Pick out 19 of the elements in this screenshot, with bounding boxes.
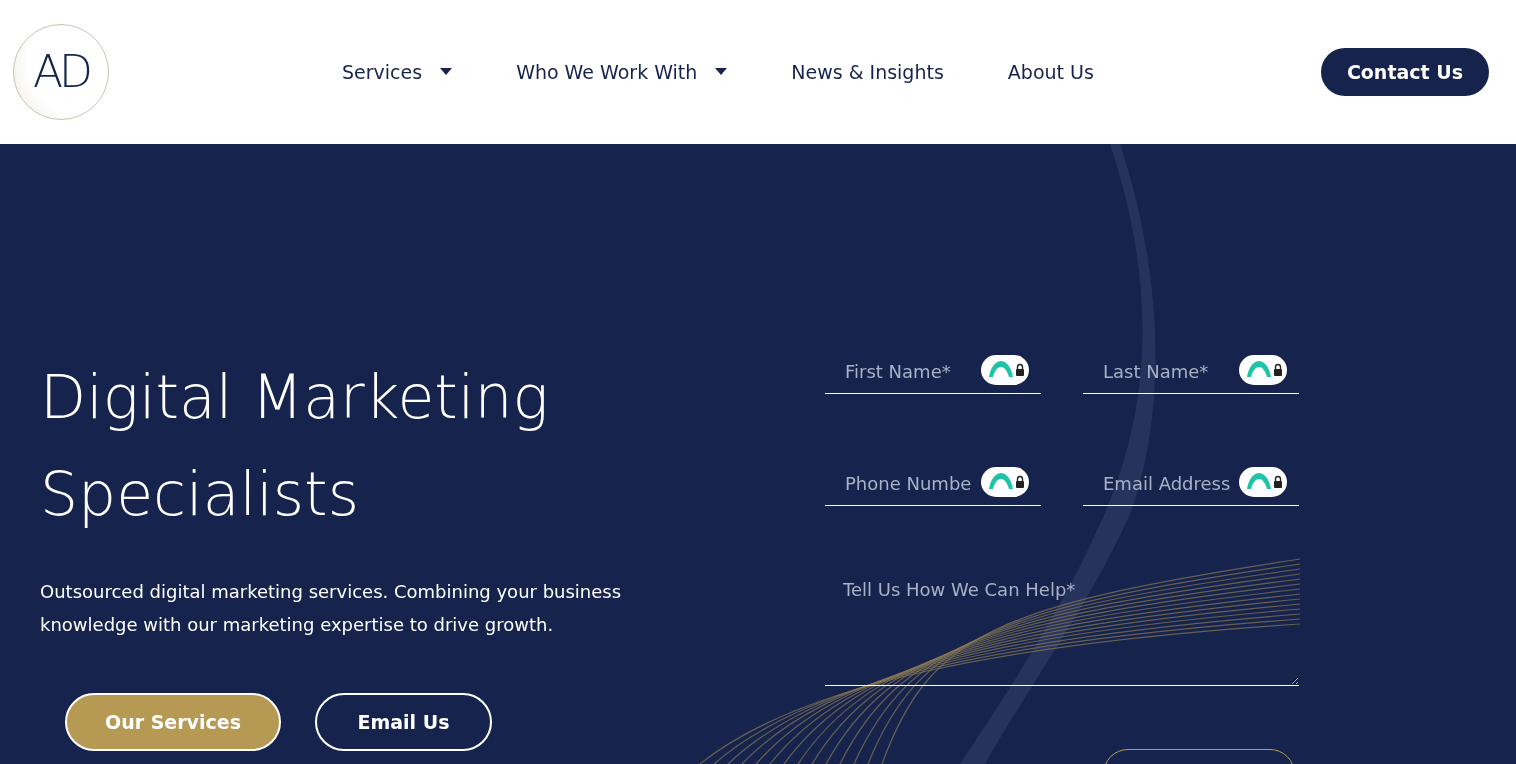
password-manager-icon[interactable] [981,467,1029,497]
logo[interactable]: AD [13,24,109,120]
text-field[interactable]: Last Name* [1083,350,1299,394]
nav-link[interactable]: News & Insights [791,57,944,87]
contact-button[interactable]: Contact Us [1320,47,1489,97]
nav-link[interactable]: About Us [1007,57,1094,87]
password-manager-icon[interactable] [1239,355,1287,385]
nav-link[interactable]: Who We Work With [516,57,728,87]
text-field[interactable]: Phone Numbe [825,462,1041,506]
password-manager-icon[interactable] [1239,467,1287,497]
nav-link[interactable]: Services [342,57,453,87]
hero-description: Outsourced digital marketing services. Combining your business knowledge with our marketing expertise to drive growth. [40,580,623,637]
hero-heading: Digital Marketing [40,361,550,434]
text-field[interactable]: Email Address [1083,462,1299,506]
password-manager-icon[interactable] [981,355,1029,385]
message-field[interactable]: Tell Us How We Can Help* [825,566,1299,686]
text-field[interactable]: First Name* [825,350,1041,394]
hero-heading: Specialists [40,458,360,531]
email-button[interactable]: Email Us [315,693,492,751]
